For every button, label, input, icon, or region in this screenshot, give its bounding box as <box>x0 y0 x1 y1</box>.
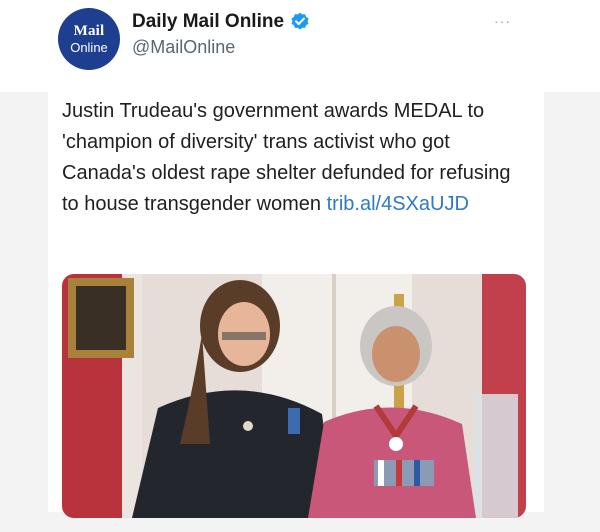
more-options-icon[interactable]: ··· <box>494 13 511 29</box>
tweet-text: Justin Trudeau's government awards MEDAL… <box>62 96 532 220</box>
tweet-link[interactable]: trib.al/4SXaUJD <box>327 193 469 215</box>
avatar-logo-text: Mail <box>73 23 105 39</box>
medal-ceremony-photo <box>62 274 526 518</box>
account-name-row: Daily Mail Online <box>132 10 310 34</box>
verified-badge-icon <box>290 12 310 32</box>
account-handle[interactable]: @MailOnline <box>132 37 235 58</box>
account-display-name[interactable]: Daily Mail Online <box>132 11 284 33</box>
account-avatar[interactable]: Mail Online <box>58 8 120 70</box>
avatar-logo-subtext: Online <box>70 40 108 55</box>
tweet-photo[interactable] <box>62 274 526 518</box>
